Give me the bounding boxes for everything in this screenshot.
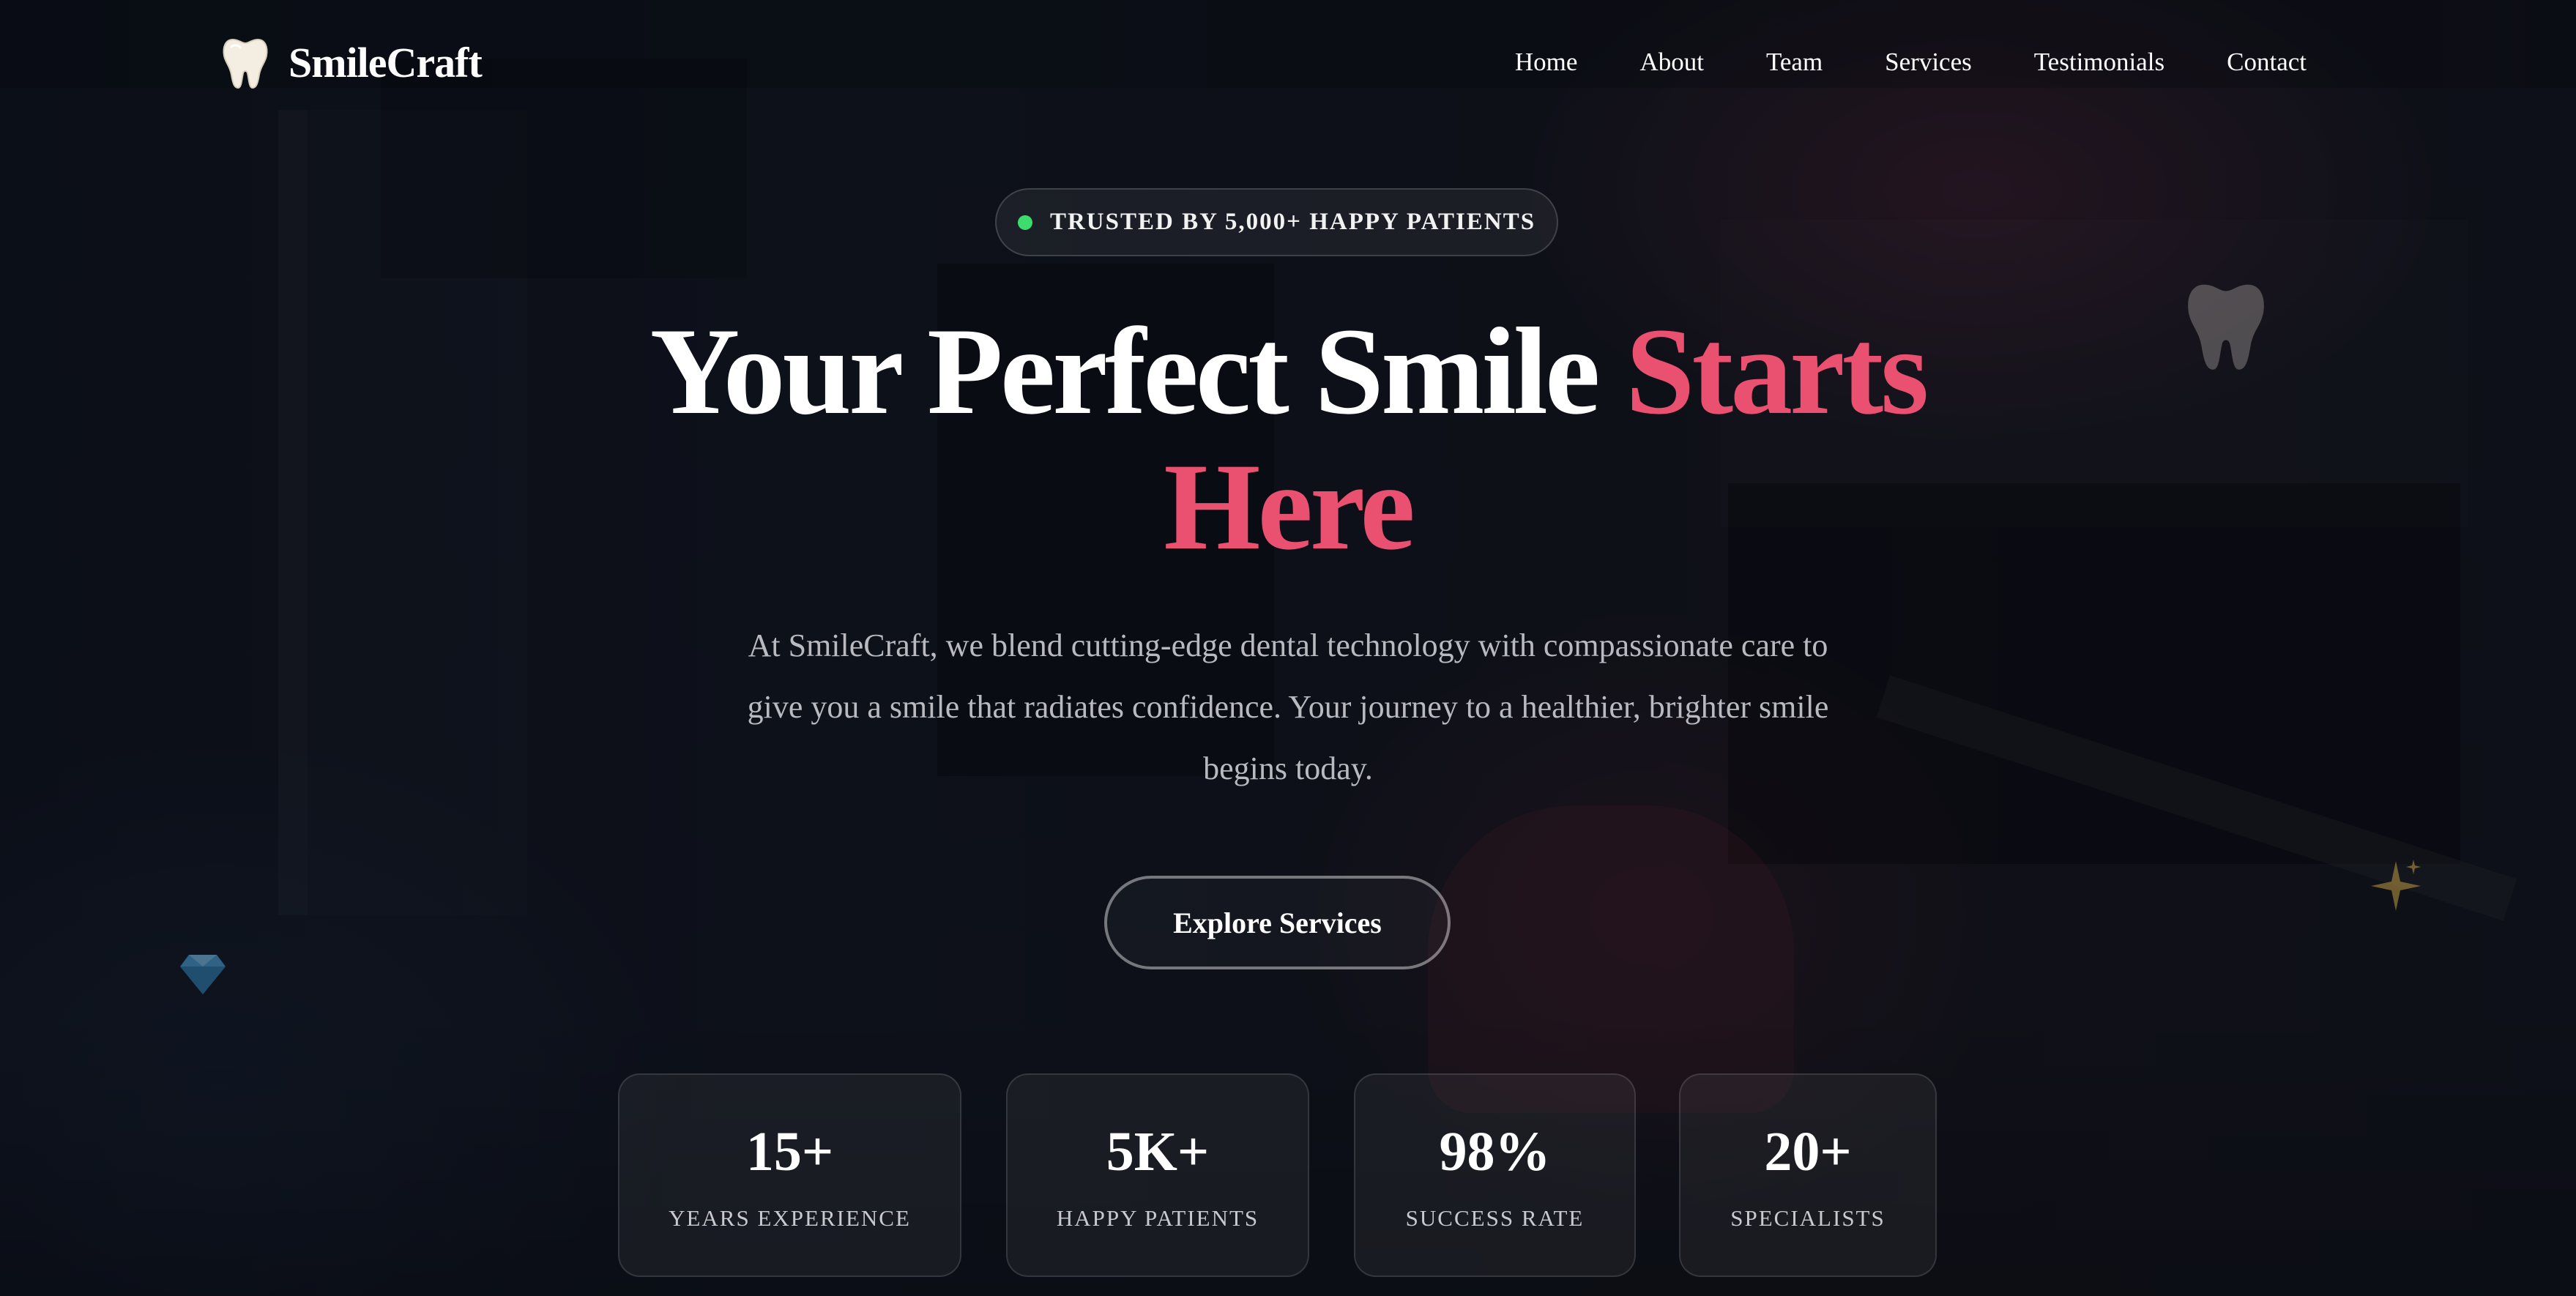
explore-services-button[interactable]: Explore Services (1104, 876, 1451, 969)
nav-menu: Home About Team Services Testimonials Co… (1515, 44, 2307, 81)
stat-value: 5K+ (1106, 1121, 1210, 1183)
hero-subtitle: At SmileCraft, we blend cutting-edge den… (747, 627, 1829, 786)
top-navigation: SmileCraft Home About Team Services Test… (0, 0, 2576, 128)
stat-value: 98% (1439, 1121, 1551, 1183)
nav-item-contact[interactable]: Contact (2227, 44, 2307, 81)
status-dot-icon (1017, 215, 1032, 230)
trust-badge: TRUSTED BY 5,000+ HAPPY PATIENTS (995, 188, 1558, 256)
stat-value: 20+ (1764, 1121, 1852, 1183)
stat-card-specialists: 20+ SPECIALISTS (1679, 1073, 1937, 1277)
stat-label: SUCCESS RATE (1405, 1205, 1585, 1231)
stat-card-success-rate: 98% SUCCESS RATE (1354, 1073, 1636, 1277)
tooth-icon (223, 38, 268, 89)
floating-sparkle-icon (2371, 860, 2421, 911)
hero-title-accent-here: Here (1164, 438, 1415, 576)
stat-card-happy-patients: 5K+ HAPPY PATIENTS (1006, 1073, 1309, 1277)
hero-title-accent-starts: Starts (1625, 302, 1929, 440)
nav-item-about[interactable]: About (1639, 44, 1704, 81)
trust-badge-text: TRUSTED BY 5,000+ HAPPY PATIENTS (1049, 209, 1536, 235)
brand-logo[interactable]: SmileCraft (221, 34, 483, 92)
nav-item-services[interactable]: Services (1885, 44, 1972, 81)
floating-tooth-icon (2188, 284, 2264, 370)
stat-label: HAPPY PATIENTS (1056, 1205, 1259, 1231)
nav-item-team[interactable]: Team (1766, 44, 1823, 81)
brand-name: SmileCraft (289, 39, 483, 86)
nav-item-home[interactable]: Home (1515, 44, 1578, 81)
stat-label: YEARS EXPERIENCE (669, 1205, 911, 1231)
stat-card-years-experience: 15+ YEARS EXPERIENCE (618, 1073, 961, 1277)
floating-gem-icon (180, 955, 226, 994)
nav-item-testimonials[interactable]: Testimonials (2034, 44, 2164, 81)
stat-label: SPECIALISTS (1730, 1205, 1886, 1231)
hero-title-main: Your Perfect Smile (649, 302, 1601, 440)
stat-value: 15+ (745, 1121, 834, 1183)
